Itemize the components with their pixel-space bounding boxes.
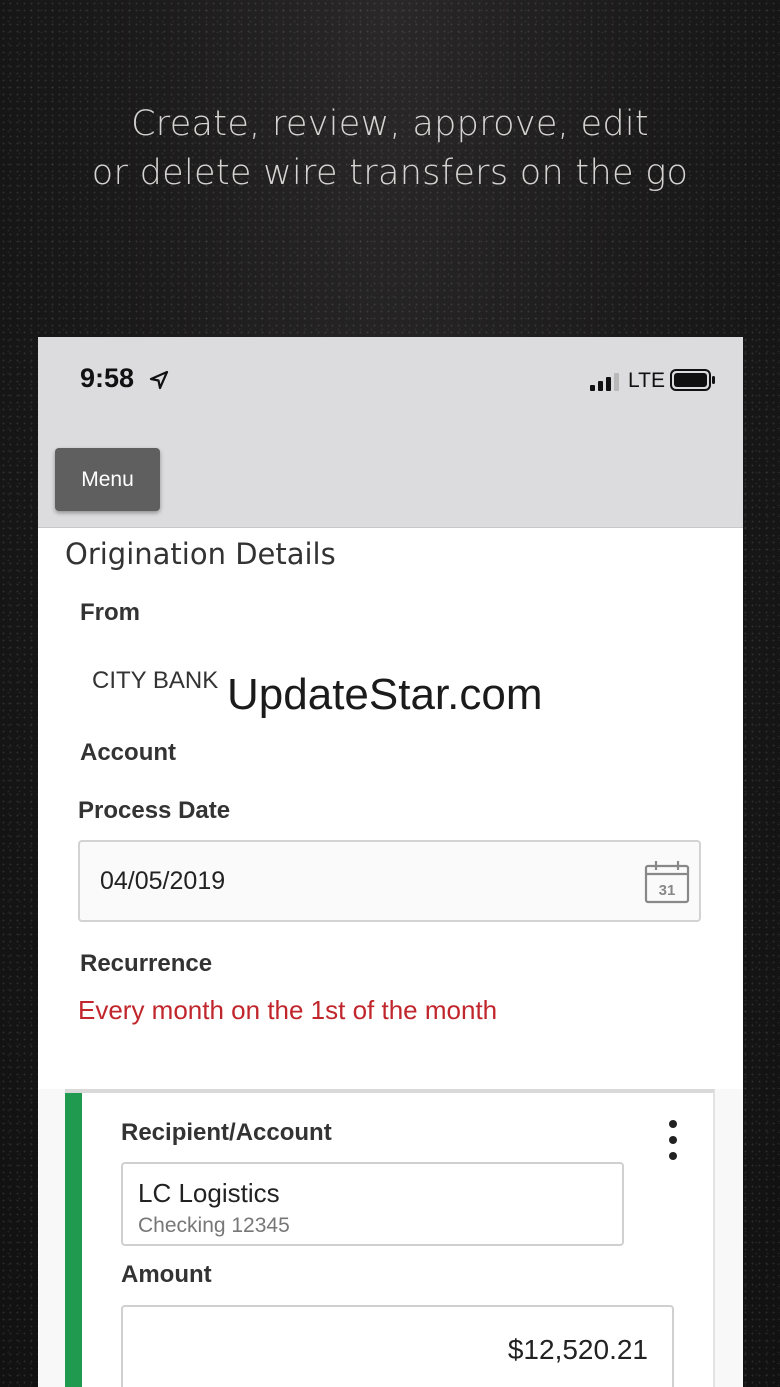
amount-label: Amount: [121, 1261, 212, 1288]
watermark-text: UpdateStar.com: [227, 670, 543, 719]
process-date-value: 04/05/2019: [100, 867, 226, 895]
top-bar: 9:58 LTE Menu: [38, 337, 743, 528]
from-bank-value[interactable]: CITY BANK: [92, 667, 218, 695]
from-label: From: [80, 599, 140, 626]
battery-icon: [670, 369, 715, 391]
calendar-icon[interactable]: 31: [643, 859, 691, 905]
network-type: LTE: [628, 369, 665, 392]
recipient-card: Recipient/Account LC Logistics Checking …: [65, 1089, 715, 1387]
amount-value: $12,520.21: [507, 1334, 648, 1365]
card-status-accent: [65, 1093, 82, 1387]
headline-line-1: Create, review, approve, edit: [131, 104, 649, 144]
location-arrow-icon: [149, 370, 169, 390]
process-date-field[interactable]: 04/05/2019 31: [78, 840, 701, 922]
more-options-icon[interactable]: [665, 1119, 681, 1161]
recurrence-label: Recurrence: [80, 950, 213, 977]
recipient-name: LC Logistics: [138, 1178, 280, 1208]
process-date-label: Process Date: [78, 797, 231, 824]
status-time: 9:58: [80, 363, 135, 393]
account-label: Account: [80, 739, 176, 766]
amount-field[interactable]: $12,520.21: [121, 1305, 674, 1387]
recipient-field[interactable]: LC Logistics Checking 12345: [121, 1162, 624, 1246]
calendar-day-text: 31: [659, 882, 676, 899]
menu-button[interactable]: Menu: [55, 448, 160, 511]
page-title: Origination Details: [65, 537, 336, 571]
phone-screen: 9:58 LTE Menu Origination Details From C…: [38, 337, 743, 1387]
signal-icon: [590, 373, 619, 391]
recurrence-value[interactable]: Every month on the 1st of the month: [78, 995, 497, 1026]
headline-line-2: or delete wire transfers on the go: [91, 153, 689, 193]
promo-headline: Create, review, approve, edit or delete …: [0, 100, 780, 198]
recipient-account: Checking 12345: [138, 1214, 290, 1237]
recipient-label: Recipient/Account: [121, 1119, 332, 1146]
